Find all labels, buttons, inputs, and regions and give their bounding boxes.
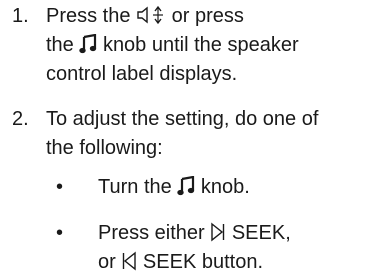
- seek-forward-icon: [210, 222, 226, 242]
- text-segment: SEEK button.: [142, 251, 263, 273]
- step-text: To adjust the setting, do one of the fol…: [46, 105, 376, 163]
- seek-back-icon: [121, 251, 137, 271]
- step-line: To adjust the setting, do one of: [46, 108, 319, 130]
- text-segment: Press the: [46, 5, 131, 27]
- bullet-line: or SEEK button.: [98, 248, 378, 277]
- step-line: Press the or press: [46, 2, 376, 31]
- step-number: 1.: [12, 5, 29, 27]
- text-segment: Press either: [98, 222, 205, 244]
- step-text: Press the or press the knob until the sp…: [46, 2, 376, 89]
- speaker-adjust-icon: [136, 5, 166, 25]
- bullet-line: Press either SEEK,: [98, 219, 378, 248]
- music-note-icon: [79, 34, 97, 54]
- step-line: control label displays.: [46, 63, 238, 85]
- text-segment: knob.: [200, 176, 250, 198]
- step-line: the knob until the speaker: [46, 31, 376, 60]
- bullet-symbol: •: [56, 176, 64, 198]
- step-line: the following:: [46, 137, 163, 159]
- text-segment: Turn the: [98, 176, 172, 198]
- text-segment: or: [98, 251, 116, 273]
- bullet-text: Press either SEEK, or SEEK button.: [98, 219, 378, 277]
- text-segment: SEEK,: [231, 222, 291, 244]
- text-segment: or press: [171, 5, 244, 27]
- bullet-symbol: •: [56, 222, 64, 244]
- bullet-text: Turn the knob.: [98, 173, 378, 202]
- step-number: 2.: [12, 108, 29, 130]
- music-note-icon: [177, 176, 195, 196]
- text-segment: the: [46, 34, 74, 56]
- text-segment: knob until the speaker: [102, 34, 299, 56]
